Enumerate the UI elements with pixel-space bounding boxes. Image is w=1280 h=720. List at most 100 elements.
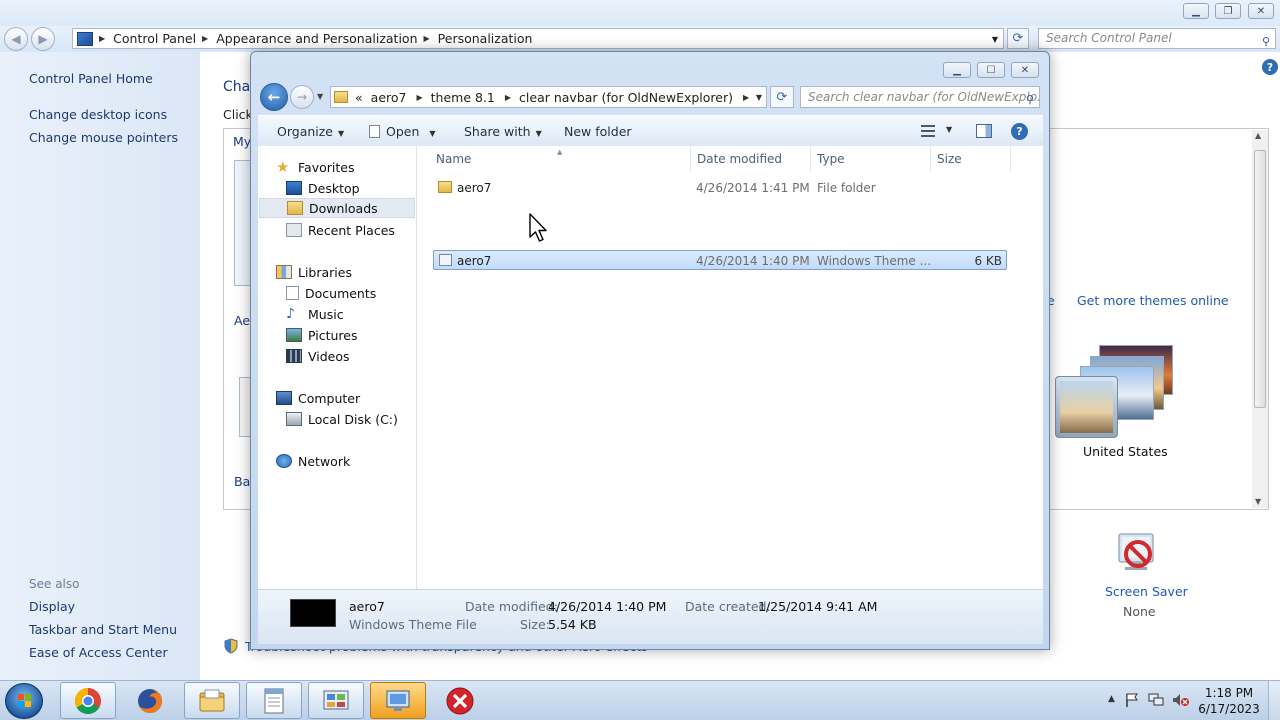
cp-instruction-text: Click — [223, 107, 253, 122]
cp-minimize-button[interactable]: ▁ — [1183, 3, 1209, 19]
column-divider[interactable] — [810, 146, 811, 172]
cp-forward-button[interactable]: ▶ — [31, 27, 55, 51]
back-button[interactable]: ← — [260, 83, 288, 111]
column-type[interactable]: Type — [817, 152, 845, 166]
network-tray-icon[interactable] — [1148, 693, 1164, 707]
help-icon[interactable]: ? — [1011, 123, 1028, 140]
taskbar-explorer[interactable] — [184, 682, 240, 719]
nav-favorites[interactable]: ★ Favorites — [276, 157, 354, 177]
screen-saver-link[interactable]: Screen Saver — [1105, 584, 1188, 599]
show-hidden-icons-button[interactable]: ▲ — [1108, 694, 1115, 704]
column-divider[interactable] — [1010, 146, 1011, 172]
nav-documents[interactable]: Documents — [286, 283, 376, 303]
nav-desktop[interactable]: Desktop — [286, 178, 360, 198]
taskbar-firefox[interactable] — [122, 682, 178, 719]
taskbar-control-panel[interactable] — [308, 682, 364, 719]
cp-search-input[interactable]: Search Control Panel ⚲ — [1038, 28, 1276, 49]
cp-address-bar[interactable]: ▶ Control Panel ▶ Appearance and Persona… — [72, 28, 1004, 49]
chevron-down-icon[interactable]: ▼ — [756, 93, 762, 102]
breadcrumb-theme-8-1[interactable]: theme 8.1 — [431, 90, 495, 105]
recent-pages-dropdown[interactable]: ▼ — [317, 92, 323, 101]
taskbar-start-menu-link[interactable]: Taskbar and Start Menu — [29, 622, 177, 637]
maximize-button[interactable]: ☐ — [977, 62, 1005, 78]
change-desktop-icons-link[interactable]: Change desktop icons — [29, 107, 167, 122]
organize-button[interactable]: Organize ▼ — [277, 124, 344, 139]
refresh-button[interactable]: ⟳ — [770, 86, 794, 108]
explorer-address-bar[interactable]: « aero7 ▶ theme 8.1 ▶ clear navbar (for … — [330, 86, 767, 108]
column-divider[interactable] — [690, 146, 691, 172]
details-date-modified-label: Date modified: — [465, 599, 558, 614]
cp-back-button[interactable]: ◀ — [4, 27, 28, 51]
view-options-icon[interactable] — [921, 125, 935, 137]
forward-button[interactable]: → — [290, 85, 314, 109]
cp-home-link[interactable]: Control Panel Home — [29, 71, 153, 86]
nav-music[interactable]: ♪ Music — [286, 304, 344, 324]
system-clock[interactable]: 1:18 PM 6/17/2023 — [1196, 685, 1262, 717]
taskbar-chrome[interactable] — [60, 682, 116, 719]
chevron-right-icon[interactable]: ▶ — [505, 93, 511, 102]
nav-downloads[interactable]: Downloads — [259, 198, 415, 218]
cp-refresh-button[interactable]: ⟳ — [1007, 28, 1029, 49]
nav-computer[interactable]: Computer — [276, 388, 360, 408]
help-icon[interactable]: ? — [1262, 59, 1278, 75]
theme-tile[interactable] — [234, 160, 250, 286]
breadcrumb-overflow[interactable]: « — [355, 90, 363, 105]
firefox-icon — [138, 688, 162, 713]
action-center-flag-icon[interactable] — [1124, 693, 1140, 707]
sort-ascending-icon: ▲ — [557, 148, 563, 156]
taskbar-personalization[interactable] — [370, 682, 426, 719]
taskbar-notepad[interactable] — [246, 682, 302, 719]
ease-of-access-link[interactable]: Ease of Access Center — [29, 645, 168, 660]
nav-videos[interactable]: Videos — [286, 346, 350, 366]
screen-saver-icon[interactable] — [1113, 530, 1161, 578]
scroll-down-icon[interactable]: ▼ — [1255, 497, 1261, 506]
preview-pane-icon[interactable] — [976, 124, 992, 138]
cp-restore-button[interactable]: ❐ — [1215, 3, 1241, 19]
open-button[interactable]: Open ▼ — [369, 124, 436, 139]
get-more-themes-link[interactable]: Get more themes online — [1077, 293, 1229, 308]
explorer-icon — [199, 689, 225, 711]
file-date: 4/26/2014 1:41 PM — [696, 181, 810, 195]
start-button[interactable] — [5, 683, 43, 719]
chevron-down-icon[interactable]: ▼ — [946, 125, 952, 134]
breadcrumb-appearance[interactable]: Appearance and Personalization — [216, 31, 417, 46]
chevron-down-icon[interactable]: ▼ — [992, 35, 998, 44]
column-name[interactable]: Name — [436, 152, 471, 166]
my-themes-heading: My — [233, 134, 252, 149]
explorer-search-input[interactable]: Search clear navbar (for OldNewExplo... … — [800, 86, 1040, 108]
chevron-right-icon[interactable]: ▶ — [743, 93, 749, 102]
breadcrumb-clear-navbar[interactable]: clear navbar (for OldNewExplorer) — [519, 90, 733, 105]
clock-date: 6/17/2023 — [1198, 702, 1260, 716]
scroll-up-icon[interactable]: ▲ — [1255, 131, 1261, 140]
minimize-button[interactable]: ▁ — [943, 62, 971, 78]
volume-muted-icon[interactable] — [1172, 693, 1189, 707]
theme-tile[interactable] — [239, 377, 250, 437]
chevron-right-icon[interactable]: ▶ — [416, 93, 422, 102]
show-desktop-button[interactable] — [1268, 681, 1280, 720]
breadcrumb-aero7[interactable]: aero7 — [371, 90, 407, 105]
column-size[interactable]: Size — [937, 152, 962, 166]
column-date-modified[interactable]: Date modified — [697, 152, 782, 166]
change-mouse-pointers-link[interactable]: Change mouse pointers — [29, 130, 178, 145]
breadcrumb-personalization[interactable]: Personalization — [438, 31, 533, 46]
nav-recent-places[interactable]: Recent Places — [286, 220, 395, 240]
file-thumbnail — [290, 599, 336, 627]
breadcrumb-control-panel[interactable]: Control Panel — [113, 31, 196, 46]
close-button[interactable]: ✕ — [1011, 62, 1039, 78]
share-with-button[interactable]: Share with ▼ — [464, 124, 542, 139]
nav-local-disk[interactable]: Local Disk (C:) — [286, 409, 398, 429]
nav-pictures[interactable]: Pictures — [286, 325, 358, 345]
nav-videos-label: Videos — [308, 348, 350, 364]
file-row-theme-selected[interactable]: aero7 4/26/2014 1:40 PM Windows Theme ..… — [433, 250, 1007, 270]
new-folder-button[interactable]: New folder — [564, 124, 632, 139]
display-link[interactable]: Display — [29, 599, 75, 614]
file-row-folder[interactable]: aero7 4/26/2014 1:41 PM File folder — [433, 178, 1007, 198]
cp-close-button[interactable]: ✕ — [1248, 3, 1274, 19]
united-states-theme-tile[interactable] — [1055, 376, 1118, 438]
column-divider[interactable] — [930, 146, 931, 172]
nav-network[interactable]: Network — [276, 451, 350, 471]
taskbar-error-app[interactable] — [432, 682, 488, 719]
scrollbar-thumb[interactable] — [1254, 150, 1266, 408]
chevron-right-icon: ▶ — [202, 34, 209, 43]
nav-libraries[interactable]: Libraries — [276, 262, 352, 282]
